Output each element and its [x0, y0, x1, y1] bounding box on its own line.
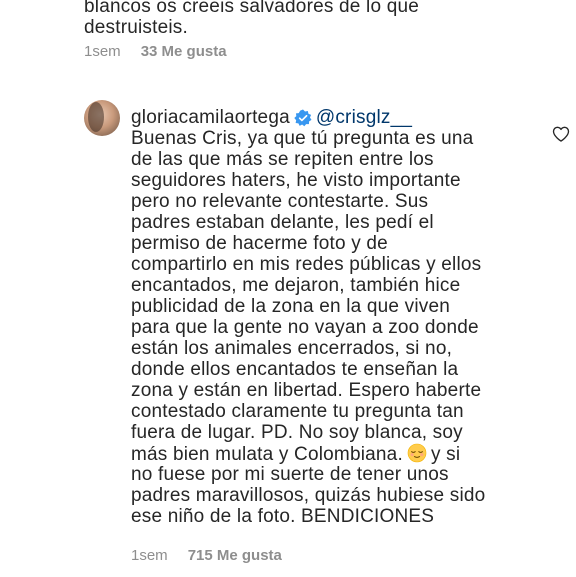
comment-line: pero no relevante contestarte. Sus: [131, 191, 429, 212]
comment-line: zona y están en libertad. Espero haberte: [131, 380, 482, 401]
comment-line-segment: y si: [430, 444, 461, 465]
comment-time: 1sem: [131, 547, 168, 564]
comment-text: Buenas Cris, ya que tú pregunta es una d…: [131, 128, 531, 527]
comment-line: están los animales encerrados, si no,: [131, 338, 453, 359]
previous-comment-meta: 1sem 33 Me gusta: [84, 43, 227, 60]
comment-line: no fuese por mi suerte de tener unos: [131, 464, 449, 485]
username-link[interactable]: gloriacamilaortega: [131, 107, 290, 128]
comment-line: seguidores haters, he visto importante: [131, 170, 461, 191]
relieved-face-emoji-icon: [407, 443, 427, 463]
comment-line: Buenas Cris, ya que tú pregunta es una: [131, 128, 474, 149]
previous-comment-time: 1sem: [84, 43, 121, 60]
comment-line: compartirlo en mis redes públicas y ello…: [131, 254, 482, 275]
comment-line: donde ellos encantados te enseñan la: [131, 359, 459, 380]
comment-line: encantados, me dejaron, también hice: [131, 275, 461, 296]
comment-line-segment: más bien mulata y Colombiana.: [131, 444, 403, 465]
comment-line: contestado claramente tu pregunta tan: [131, 401, 464, 422]
previous-comment-line: destruisteis.: [84, 17, 188, 38]
mention-link[interactable]: @crisglz__: [316, 107, 412, 128]
previous-comment: blancos os creeis salvadores de lo que d…: [84, 0, 504, 38]
avatar[interactable]: [84, 100, 120, 136]
comment-meta: 1sem 715 Me gusta: [131, 547, 282, 564]
comment-line: fuera de lugar. PD. No soy blanca, soy: [131, 422, 463, 443]
comment-header: gloriacamilaortega @crisglz__: [131, 107, 531, 128]
comment: gloriacamilaortega @crisglz__ Buenas Cri…: [131, 107, 531, 527]
comment-line: padres estaban delante, les pedí el: [131, 212, 434, 233]
comment-line: publicidad de la zona en la que viven: [131, 296, 451, 317]
previous-comment-likes[interactable]: 33 Me gusta: [141, 43, 227, 60]
comment-line: permiso de hacerme foto y de: [131, 233, 388, 254]
comment-likes[interactable]: 715 Me gusta: [188, 547, 282, 564]
comment-line-with-emoji: más bien mulata y Colombiana. y si: [131, 443, 531, 465]
comment-line: ese niño de la foto. BENDICIONES: [131, 506, 435, 527]
comment-line: padres maravillosos, quizás hubiese sido: [131, 485, 486, 506]
comment-line: para que la gente no vayan a zoo donde: [131, 317, 479, 338]
heart-icon[interactable]: [551, 124, 571, 144]
comment-line: de las que más se repiten entre los: [131, 149, 434, 170]
previous-comment-line: blancos os creeis salvadores de lo que: [84, 0, 420, 17]
verified-badge-icon: [294, 108, 312, 127]
